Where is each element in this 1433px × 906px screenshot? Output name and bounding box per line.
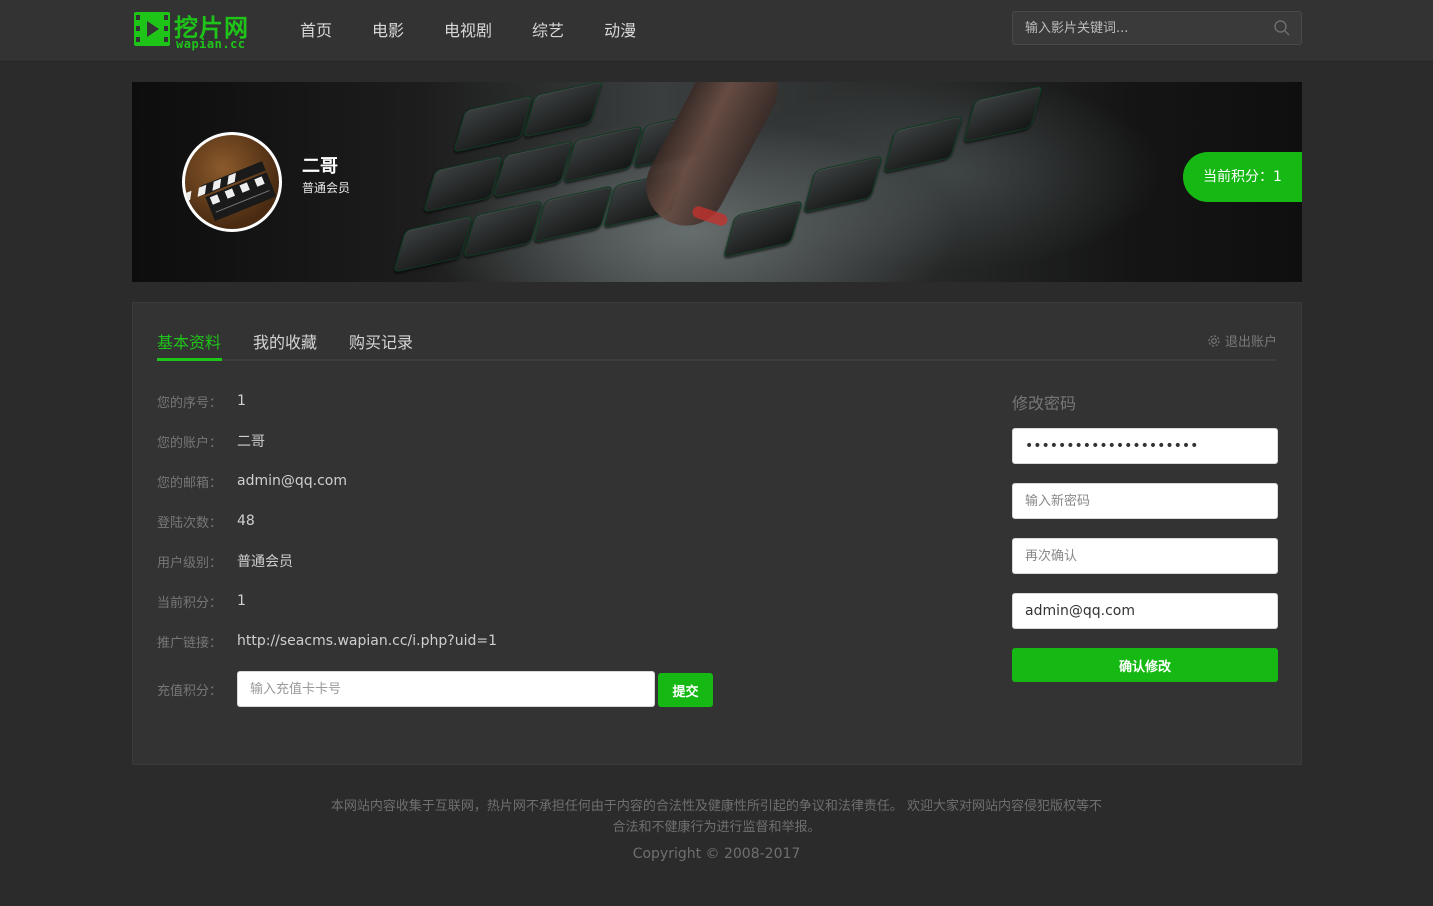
recharge-card-input[interactable] <box>237 671 655 707</box>
info-row-email: 您的邮箱： admin@qq.com <box>157 471 347 491</box>
avatar[interactable] <box>182 132 282 232</box>
info-row-login-count: 登陆次数： 48 <box>157 511 255 531</box>
search-input[interactable] <box>1013 12 1263 44</box>
keyboard-key-image <box>722 200 804 258</box>
info-row-id: 您的序号： 1 <box>157 391 246 411</box>
info-value: 48 <box>237 513 255 529</box>
info-label: 充值积分： <box>157 683 223 699</box>
new-password-field[interactable] <box>1012 483 1278 519</box>
change-password-title: 修改密码 <box>1012 394 1077 413</box>
email-field[interactable] <box>1012 593 1278 629</box>
clapperboard-icon <box>185 161 277 222</box>
account-tabs: 基本资料 我的收藏 购买记录 退出账户 <box>157 327 1277 361</box>
active-tab-indicator <box>157 358 222 361</box>
tab-basic-info[interactable]: 基本资料 <box>157 329 221 353</box>
keyboard-key-image <box>962 85 1044 143</box>
recharge-submit-button[interactable]: 提交 <box>658 673 713 707</box>
info-value: 1 <box>237 593 246 609</box>
footer-disclaimer: 本网站内容收集于互联网，热片网不承担任何由于内容的合法性及健康性所引起的争议和法… <box>330 799 1103 835</box>
user-name: 二哥 <box>302 156 338 177</box>
keyboard-key-image <box>422 155 504 213</box>
info-label: 推广链接： <box>157 635 223 651</box>
info-row-account: 您的账户： 二哥 <box>157 431 265 451</box>
info-label: 登陆次数： <box>157 515 223 531</box>
points-badge: 当前积分：1 <box>1183 152 1302 202</box>
logout-link[interactable]: 退出账户 <box>1207 331 1277 350</box>
keyboard-key-image <box>532 185 614 243</box>
info-value: 1 <box>237 393 246 409</box>
info-row-recharge: 充值积分： <box>157 679 237 699</box>
keyboard-key-image <box>802 155 884 213</box>
gear-icon <box>1208 334 1220 347</box>
user-level: 普通会员 <box>302 181 351 195</box>
film-icon <box>134 12 170 46</box>
info-value: 普通会员 <box>237 554 293 570</box>
confirm-password-field[interactable] <box>1012 538 1278 574</box>
info-row-referral-link: 推广链接： http://seacms.wapian.cc/i.php?uid=… <box>157 631 497 651</box>
keyboard-key-image <box>492 140 574 198</box>
logo-subtext: wapian.cc <box>176 37 246 51</box>
keyboard-key-image <box>462 200 544 258</box>
top-header: 挖片网 wapian.cc 首页 电影 电视剧 综艺 动漫 <box>0 0 1433 62</box>
keyboard-key-image <box>882 115 964 173</box>
footer-copyright: Copyright © 2008-2017 <box>632 846 801 862</box>
info-row-user-level: 用户级别： 普通会员 <box>157 551 293 571</box>
tab-favorites[interactable]: 我的收藏 <box>253 329 317 353</box>
info-label: 当前积分： <box>157 595 223 611</box>
tab-purchase-history[interactable]: 购买记录 <box>349 329 413 353</box>
nav-home[interactable]: 首页 <box>300 0 332 62</box>
info-row-points: 当前积分： 1 <box>157 591 246 611</box>
nav-movies[interactable]: 电影 <box>372 0 404 62</box>
info-label: 您的账户： <box>157 435 223 451</box>
confirm-change-button[interactable]: 确认修改 <box>1012 648 1278 682</box>
info-value: admin@qq.com <box>237 473 347 489</box>
current-password-field[interactable] <box>1012 428 1278 464</box>
keyboard-key-image <box>522 82 604 138</box>
nav-anime[interactable]: 动漫 <box>604 0 636 62</box>
keyboard-key-image <box>392 215 474 273</box>
logout-label: 退出账户 <box>1224 335 1277 350</box>
keyboard-key-image <box>562 125 644 183</box>
account-panel: 基本资料 我的收藏 购买记录 退出账户 您的序号： 1 您的账户： 二哥 您的邮… <box>132 302 1302 765</box>
site-logo[interactable]: 挖片网 wapian.cc <box>134 10 254 52</box>
info-value: 二哥 <box>237 434 265 450</box>
keyboard-key-image <box>452 95 534 153</box>
search-icon[interactable] <box>1273 19 1291 37</box>
profile-banner: 二哥 普通会员 当前积分：1 <box>132 82 1302 282</box>
referral-link[interactable]: http://seacms.wapian.cc/i.php?uid=1 <box>237 633 497 649</box>
search-box <box>1012 11 1302 45</box>
info-label: 您的邮箱： <box>157 475 223 491</box>
main-nav: 首页 电影 电视剧 综艺 动漫 <box>300 0 676 62</box>
nav-tv-series[interactable]: 电视剧 <box>444 0 492 62</box>
info-label: 用户级别： <box>157 555 223 571</box>
info-label: 您的序号： <box>157 395 223 411</box>
nav-variety[interactable]: 综艺 <box>532 0 564 62</box>
